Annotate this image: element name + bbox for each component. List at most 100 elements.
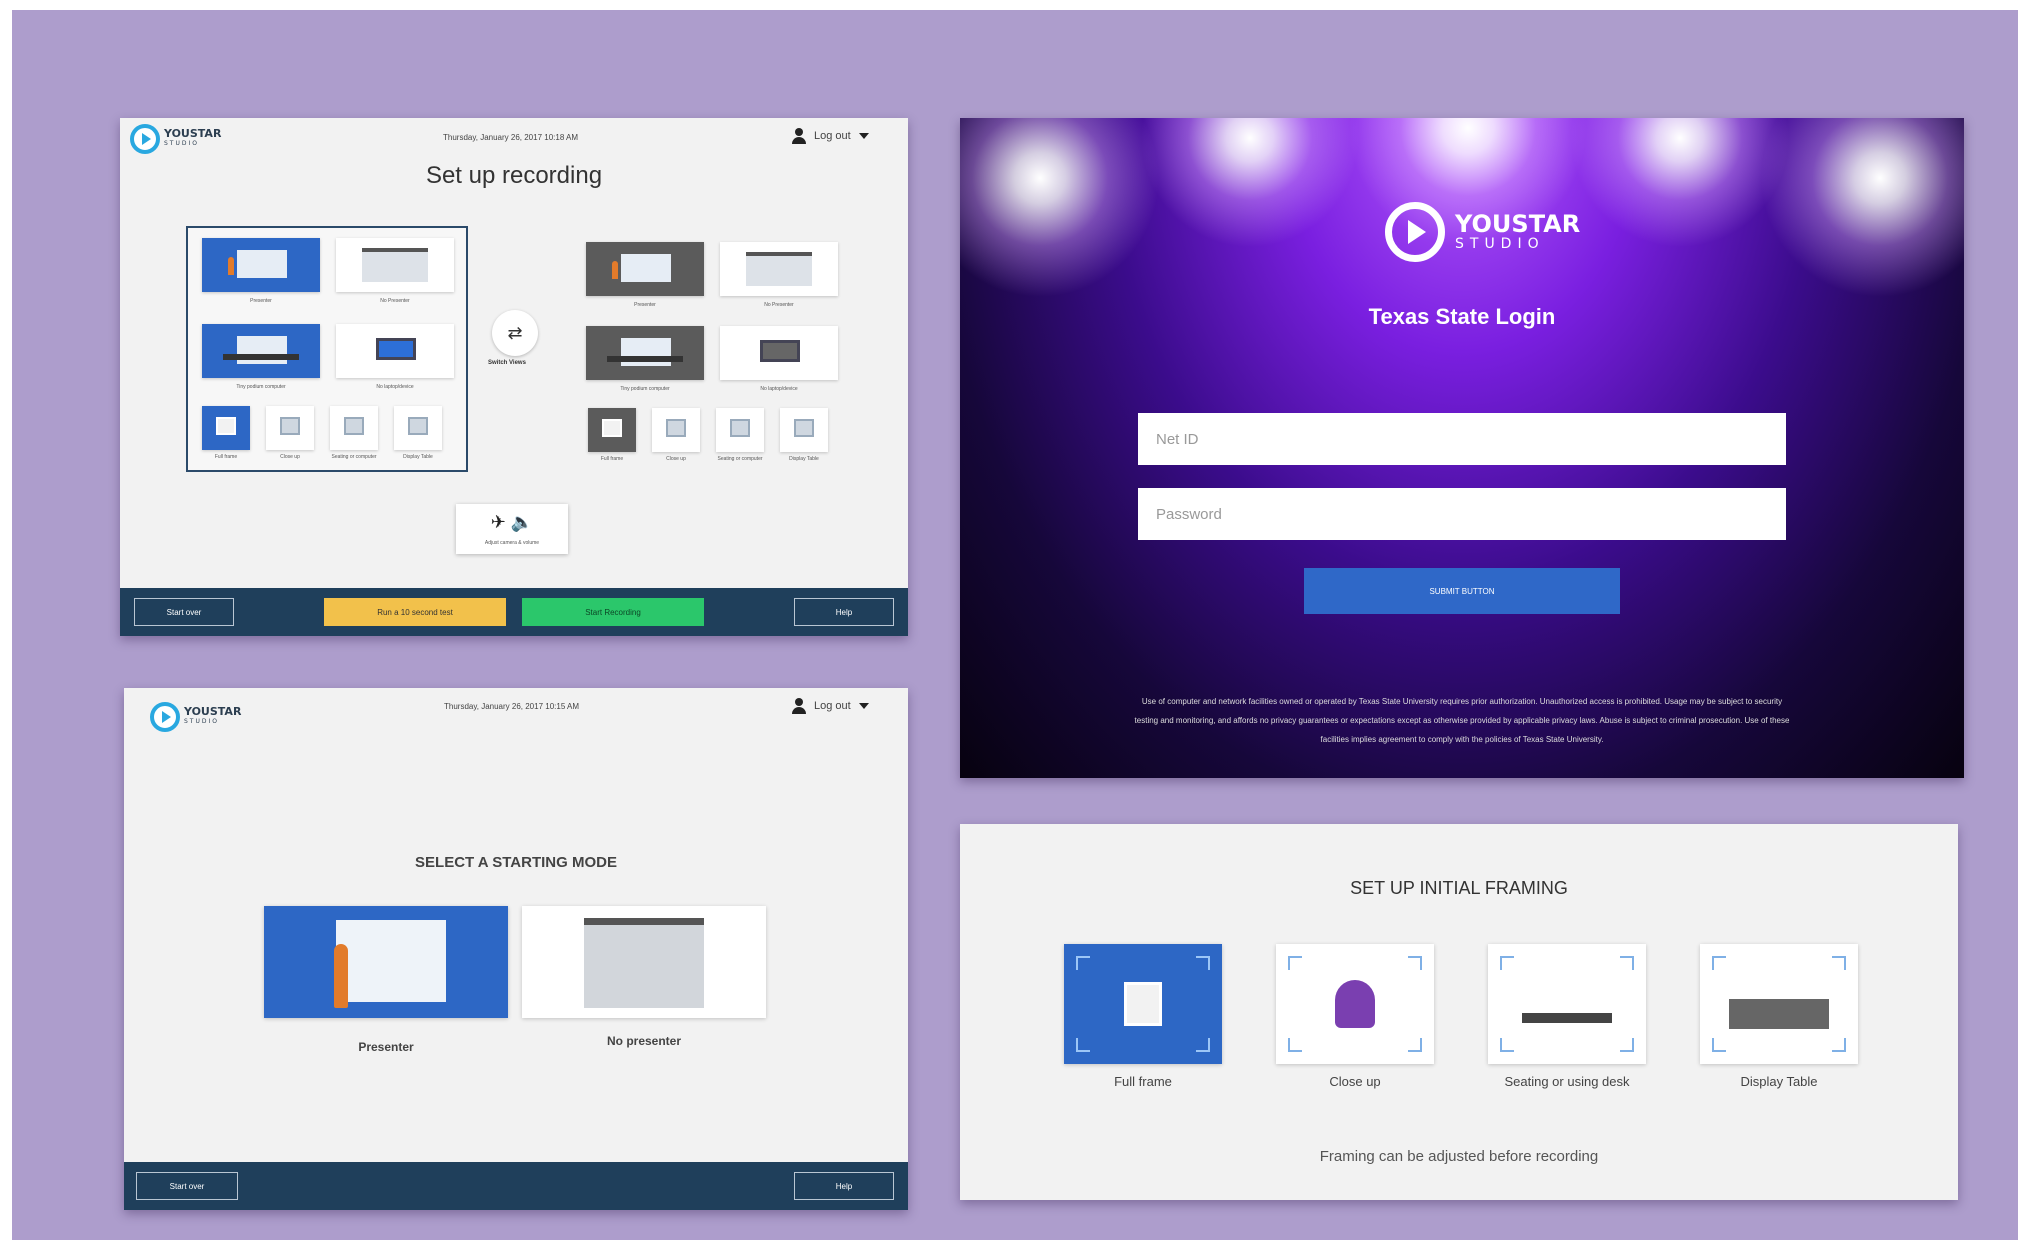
help-button[interactable]: Help — [794, 1172, 894, 1200]
close-up-person-icon — [1335, 980, 1375, 1028]
password-input[interactable] — [1138, 488, 1786, 540]
logo-play-icon — [150, 702, 180, 732]
login-logo: YOUSTAR STUDIO — [1385, 202, 1580, 262]
spotlight — [1140, 118, 1360, 248]
user-menu[interactable]: Log out — [792, 128, 869, 144]
logout-link[interactable]: Log out — [814, 130, 851, 142]
frame-thumb-seating[interactable] — [330, 406, 378, 450]
help-button[interactable]: Help — [794, 598, 894, 626]
page-title: Set up recording — [425, 162, 603, 189]
frame-thumb-full-alt[interactable] — [588, 408, 636, 452]
user-icon — [792, 128, 806, 144]
thumb-caption: Seating or computer — [331, 454, 377, 460]
login-title: Texas State Login — [1368, 304, 1556, 329]
display-table-icon — [1729, 998, 1829, 1029]
thumb-caption: Tiny podium computer — [620, 386, 670, 392]
presentation-screen-icon — [336, 920, 446, 1002]
full-frame-icon — [1124, 982, 1162, 1026]
spotlight — [1760, 118, 1964, 298]
frame-option-full[interactable] — [1064, 944, 1222, 1064]
thumb-caption: Presenter — [634, 302, 656, 308]
starting-mode-panel: YOUSTAR STUDIO Thursday, January 26, 2017… — [124, 688, 908, 1210]
selected-view-group[interactable]: Presenter No Presenter Tiny podium compu… — [186, 226, 468, 472]
mode-caption-presenter: Presenter — [358, 1040, 414, 1054]
setup-recording-panel: YOUSTAR STUDIO Thursday, January 26, 2017… — [120, 118, 908, 636]
brand-logo: YOUSTAR STUDIO — [150, 702, 241, 732]
spotlight — [960, 118, 1160, 298]
frame-caption: Display Table — [1740, 1074, 1818, 1089]
thumb-caption: Display Table — [403, 454, 433, 460]
header-date: Thursday, January 26, 2017 10:15 AM — [444, 702, 580, 711]
frame-caption: Full frame — [1114, 1074, 1172, 1089]
footer-bar: Start over Help — [124, 1162, 908, 1210]
view-thumb-podium[interactable] — [202, 324, 320, 378]
switch-views-button[interactable]: ⇄ — [492, 310, 538, 356]
switch-views-label: Switch Views — [488, 360, 526, 366]
thumb-caption: No Presenter — [764, 302, 794, 308]
thumb-caption: No laptop/device — [376, 384, 414, 390]
mode-card-no-presenter[interactable] — [522, 906, 766, 1018]
frame-caption: Seating or using desk — [1504, 1074, 1630, 1089]
brand-sub: STUDIO — [184, 718, 219, 725]
caret-down-icon[interactable] — [858, 703, 869, 709]
frame-thumb-full[interactable] — [202, 406, 250, 450]
frame-thumb-table-alt[interactable] — [780, 408, 828, 452]
brand-sub: STUDIO — [1455, 236, 1545, 252]
mode-caption-no-presenter: No presenter — [606, 1034, 682, 1048]
frame-thumb-table[interactable] — [394, 406, 442, 450]
frame-caption: Close up — [1329, 1074, 1381, 1089]
view-thumb-no-presenter-alt[interactable] — [720, 242, 838, 296]
brand-name: YOUSTAR — [1455, 210, 1581, 238]
user-menu[interactable]: Log out — [792, 698, 869, 714]
framing-panel: SET UP INITIAL FRAMING Full frame Close … — [960, 824, 1958, 1200]
logo-play-icon — [1385, 202, 1445, 262]
switch-arrows-icon: ⇄ — [507, 322, 523, 343]
start-over-button[interactable]: Start over — [134, 598, 234, 626]
adjust-camera-volume-button[interactable]: ✈ 🔈 Adjust camera & volume — [456, 504, 568, 554]
view-thumb-laptop-alt[interactable] — [720, 326, 838, 380]
thumb-caption: Full frame — [600, 456, 624, 462]
thumb-caption: Tiny podium computer — [236, 384, 286, 390]
logout-link[interactable]: Log out — [814, 700, 851, 712]
netid-input[interactable] — [1138, 413, 1786, 465]
thumb-caption: Full frame — [214, 454, 238, 460]
login-panel: YOUSTARSTUDIO Texas State Login SUBMIT B… — [960, 118, 1964, 778]
thumb-caption: Presenter — [250, 298, 272, 304]
frame-option-seating[interactable] — [1488, 944, 1646, 1064]
frame-option-close-up[interactable] — [1276, 944, 1434, 1064]
run-test-button[interactable]: Run a 10 second test — [324, 598, 506, 626]
speaker-icon: 🔈 — [510, 512, 534, 532]
page-title: SET UP INITIAL FRAMING — [1350, 878, 1568, 898]
view-thumb-no-presenter[interactable] — [336, 238, 454, 292]
caret-down-icon[interactable] — [858, 133, 869, 139]
page-title: SELECT A STARTING MODE — [415, 854, 617, 871]
frame-thumb-seating-alt[interactable] — [716, 408, 764, 452]
presentation-screen-icon — [584, 918, 704, 1008]
brand-logo: YOUSTAR STUDIO — [130, 124, 221, 154]
header-date: Thursday, January 26, 2017 10:18 AM — [443, 133, 579, 142]
thumb-caption: Close up — [280, 454, 300, 460]
submit-button[interactable]: SUBMIT BUTTON — [1304, 568, 1620, 614]
mode-card-presenter[interactable] — [264, 906, 508, 1018]
thumb-caption: Seating or computer — [717, 456, 763, 462]
spotlight — [1570, 118, 1790, 248]
frame-option-display-table[interactable] — [1700, 944, 1858, 1064]
brand-sub: STUDIO — [164, 140, 199, 147]
thumb-caption: Close up — [666, 456, 686, 462]
thumb-caption: No Presenter — [380, 298, 410, 304]
start-recording-button[interactable]: Start Recording — [522, 598, 704, 626]
footer-bar: Start over Run a 10 second test Start Re… — [120, 588, 908, 636]
start-over-button[interactable]: Start over — [136, 1172, 238, 1200]
frame-thumb-close-alt[interactable] — [652, 408, 700, 452]
logo-play-icon — [130, 124, 160, 154]
view-thumb-laptop[interactable] — [336, 324, 454, 378]
legal-disclaimer: Use of computer and network facilities o… — [1134, 697, 1790, 744]
camera-label: Adjust camera & volume — [484, 540, 540, 546]
thumb-caption: Display Table — [789, 456, 819, 462]
frame-thumb-close[interactable] — [266, 406, 314, 450]
view-thumb-podium-alt[interactable] — [586, 326, 704, 380]
framing-note: Framing can be adjusted before recording — [1319, 1148, 1599, 1165]
view-thumb-presenter[interactable] — [202, 238, 320, 292]
view-thumb-presenter-alt[interactable] — [586, 242, 704, 296]
user-icon — [792, 698, 806, 714]
